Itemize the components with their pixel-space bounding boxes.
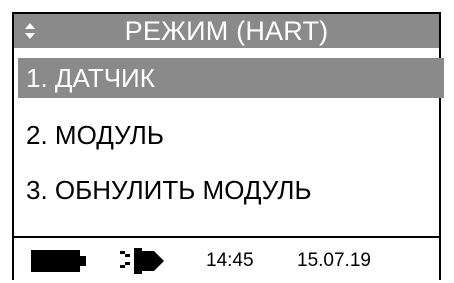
menu-item-label: 2. МОДУЛЬ [26,120,164,150]
menu-item-label: 3. ОБНУЛИТЬ МОДУЛЬ [26,175,312,205]
menu-item-module[interactable]: 2. МОДУЛЬ [18,115,446,155]
plug-icon [120,248,164,274]
screen-title: РЕЖИМ (HART) [124,16,329,46]
status-date: 15.07.19 [297,250,371,271]
status-bar: 14:45 15.07.19 [14,238,439,283]
menu-item-sensor[interactable]: 1. ДАТЧИК [18,58,444,98]
title-bar: РЕЖИМ (HART) [14,14,439,48]
battery-icon [31,250,86,272]
status-time: 14:45 [206,250,254,271]
menu-item-label: 1. ДАТЧИК [26,63,155,93]
menu-item-reset-module[interactable]: 3. ОБНУЛИТЬ МОДУЛЬ [18,170,446,210]
